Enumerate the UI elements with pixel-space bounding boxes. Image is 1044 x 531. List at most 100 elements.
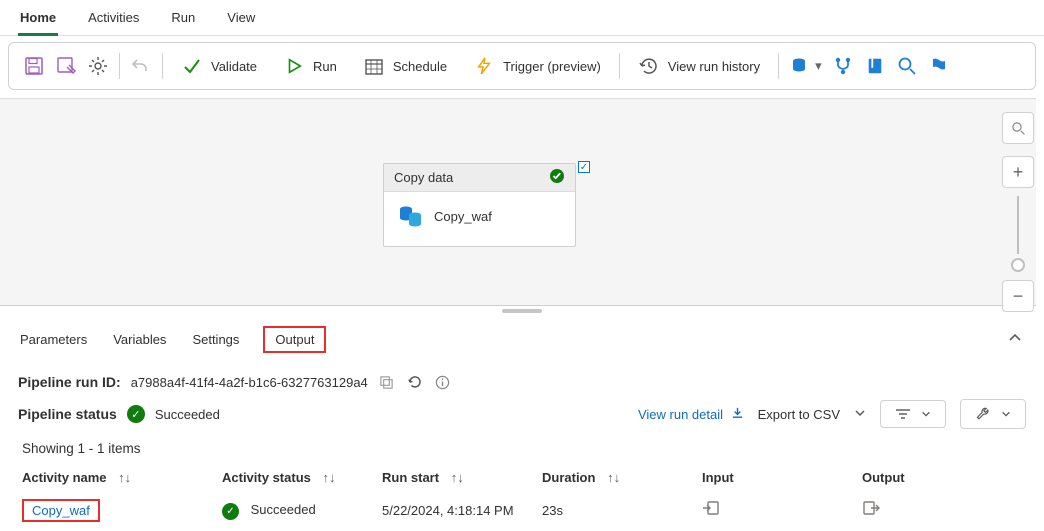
branch-icon[interactable] bbox=[832, 55, 854, 77]
toolbar-separator bbox=[119, 53, 120, 79]
col-duration[interactable]: Duration ↑↓ bbox=[542, 470, 702, 485]
zoom-in-button[interactable]: + bbox=[1002, 156, 1034, 188]
toolbar-separator bbox=[162, 53, 163, 79]
col-label: Activity status bbox=[222, 470, 311, 485]
status-success-icon bbox=[549, 168, 565, 187]
save-icon[interactable] bbox=[23, 55, 45, 77]
output-icon[interactable] bbox=[862, 503, 880, 520]
toolbar-separator bbox=[619, 53, 620, 79]
schedule-button[interactable]: Schedule bbox=[355, 51, 455, 81]
wrench-icon bbox=[975, 406, 991, 422]
node-checkbox[interactable]: ✓ bbox=[578, 161, 590, 173]
export-csv-button[interactable]: Export to CSV bbox=[758, 407, 840, 422]
tab-variables[interactable]: Variables bbox=[111, 328, 168, 351]
chevron-down-icon bbox=[1001, 409, 1011, 419]
col-run-start[interactable]: Run start ↑↓ bbox=[382, 470, 542, 485]
chevron-down-icon[interactable] bbox=[854, 407, 866, 422]
showing-count: Showing 1 - 1 items bbox=[0, 429, 1044, 456]
table-row: Copy_waf ✓ Succeeded 5/22/2024, 4:18:14 … bbox=[22, 499, 1026, 522]
run-label: Run bbox=[313, 59, 337, 74]
sort-icon[interactable]: ↑↓ bbox=[607, 470, 620, 485]
activities-table: Activity name ↑↓ Activity status ↑↓ Run … bbox=[0, 456, 1044, 528]
activity-node[interactable]: Copy data Copy_waf ✓ bbox=[383, 163, 576, 247]
check-icon bbox=[181, 55, 203, 77]
canvas-search-button[interactable] bbox=[1002, 112, 1034, 144]
col-label: Duration bbox=[542, 470, 595, 485]
col-label: Activity name bbox=[22, 470, 107, 485]
sort-icon[interactable]: ↑↓ bbox=[323, 470, 336, 485]
save-as-icon[interactable] bbox=[55, 55, 77, 77]
search-icon[interactable] bbox=[896, 55, 918, 77]
tab-run[interactable]: Run bbox=[169, 6, 197, 35]
undo-icon[interactable] bbox=[130, 55, 152, 77]
chevron-down-icon bbox=[921, 409, 931, 419]
copy-data-icon bbox=[396, 202, 424, 230]
activity-type-label: Copy data bbox=[394, 170, 453, 185]
run-id-label: Pipeline run ID: bbox=[18, 374, 121, 390]
col-label: Output bbox=[862, 470, 905, 485]
tab-output[interactable]: Output bbox=[263, 326, 326, 353]
status-text: Succeeded bbox=[155, 407, 220, 422]
sort-icon[interactable]: ↑↓ bbox=[451, 470, 464, 485]
canvas-area: Copy data Copy_waf ✓ bbox=[0, 98, 1044, 306]
table-header: Activity name ↑↓ Activity status ↑↓ Run … bbox=[22, 470, 1026, 499]
trigger-button[interactable]: Trigger (preview) bbox=[465, 51, 609, 81]
run-id-value: a7988a4f-41f4-4a2f-b1c6-6327763129a4 bbox=[131, 375, 368, 390]
database-icon[interactable] bbox=[789, 55, 811, 77]
sort-icon[interactable]: ↑↓ bbox=[118, 470, 131, 485]
tab-activities[interactable]: Activities bbox=[86, 6, 141, 35]
zoom-thumb[interactable] bbox=[1011, 258, 1025, 272]
lower-tabs: Parameters Variables Settings Output bbox=[0, 314, 1044, 363]
info-icon[interactable] bbox=[434, 373, 452, 391]
col-activity-status[interactable]: Activity status ↑↓ bbox=[222, 470, 382, 485]
run-info: Pipeline run ID: a7988a4f-41f4-4a2f-b1c6… bbox=[0, 363, 1044, 429]
zoom-track[interactable] bbox=[1017, 196, 1019, 254]
filter-button[interactable] bbox=[880, 400, 946, 428]
zoom-out-button[interactable]: − bbox=[1002, 280, 1034, 312]
flag-icon[interactable] bbox=[928, 55, 950, 77]
col-label: Run start bbox=[382, 470, 439, 485]
main-toolbar: Validate Run Schedule Trigger (preview) … bbox=[8, 42, 1036, 90]
tab-view[interactable]: View bbox=[225, 6, 257, 35]
run-actions: View run detail Export to CSV bbox=[638, 399, 1026, 429]
play-icon bbox=[283, 55, 305, 77]
row-duration: 23s bbox=[542, 503, 702, 518]
col-output: Output bbox=[862, 470, 1002, 485]
chevron-down-icon[interactable]: ▾ bbox=[815, 58, 822, 74]
input-icon[interactable] bbox=[702, 503, 720, 520]
history-icon bbox=[638, 55, 660, 77]
refresh-icon[interactable] bbox=[406, 373, 424, 391]
main-tabs: Home Activities Run View bbox=[0, 0, 1044, 36]
status-label: Pipeline status bbox=[18, 406, 117, 422]
schedule-label: Schedule bbox=[393, 59, 447, 74]
history-button[interactable]: View run history bbox=[630, 51, 768, 81]
col-label: Input bbox=[702, 470, 734, 485]
history-label: View run history bbox=[668, 59, 760, 74]
col-input: Input bbox=[702, 470, 862, 485]
pipeline-canvas[interactable]: Copy data Copy_waf ✓ bbox=[0, 98, 1036, 306]
settings-button[interactable] bbox=[960, 399, 1026, 429]
run-button[interactable]: Run bbox=[275, 51, 345, 81]
collapse-panel-icon[interactable] bbox=[1008, 331, 1022, 348]
tab-parameters[interactable]: Parameters bbox=[18, 328, 89, 351]
lightning-icon bbox=[473, 55, 495, 77]
view-run-detail-link[interactable]: View run detail bbox=[638, 406, 744, 422]
row-status-text: Succeeded bbox=[251, 502, 316, 517]
view-run-detail-label: View run detail bbox=[638, 407, 723, 422]
status-success-icon: ✓ bbox=[222, 503, 239, 520]
copy-icon[interactable] bbox=[378, 373, 396, 391]
validate-label: Validate bbox=[211, 59, 257, 74]
tab-settings-lower[interactable]: Settings bbox=[190, 328, 241, 351]
book-icon[interactable] bbox=[864, 55, 886, 77]
toolbar-separator bbox=[778, 53, 779, 79]
canvas-controls: + − bbox=[1002, 112, 1034, 312]
col-activity-name[interactable]: Activity name ↑↓ bbox=[22, 470, 222, 485]
validate-button[interactable]: Validate bbox=[173, 51, 265, 81]
tab-home[interactable]: Home bbox=[18, 6, 58, 36]
activity-node-header: Copy data bbox=[384, 164, 575, 192]
activity-name-link[interactable]: Copy_waf bbox=[22, 499, 100, 522]
activity-name-label: Copy_waf bbox=[434, 209, 492, 224]
activity-node-body: Copy_waf bbox=[384, 192, 575, 246]
gear-icon[interactable] bbox=[87, 55, 109, 77]
calendar-icon bbox=[363, 55, 385, 77]
